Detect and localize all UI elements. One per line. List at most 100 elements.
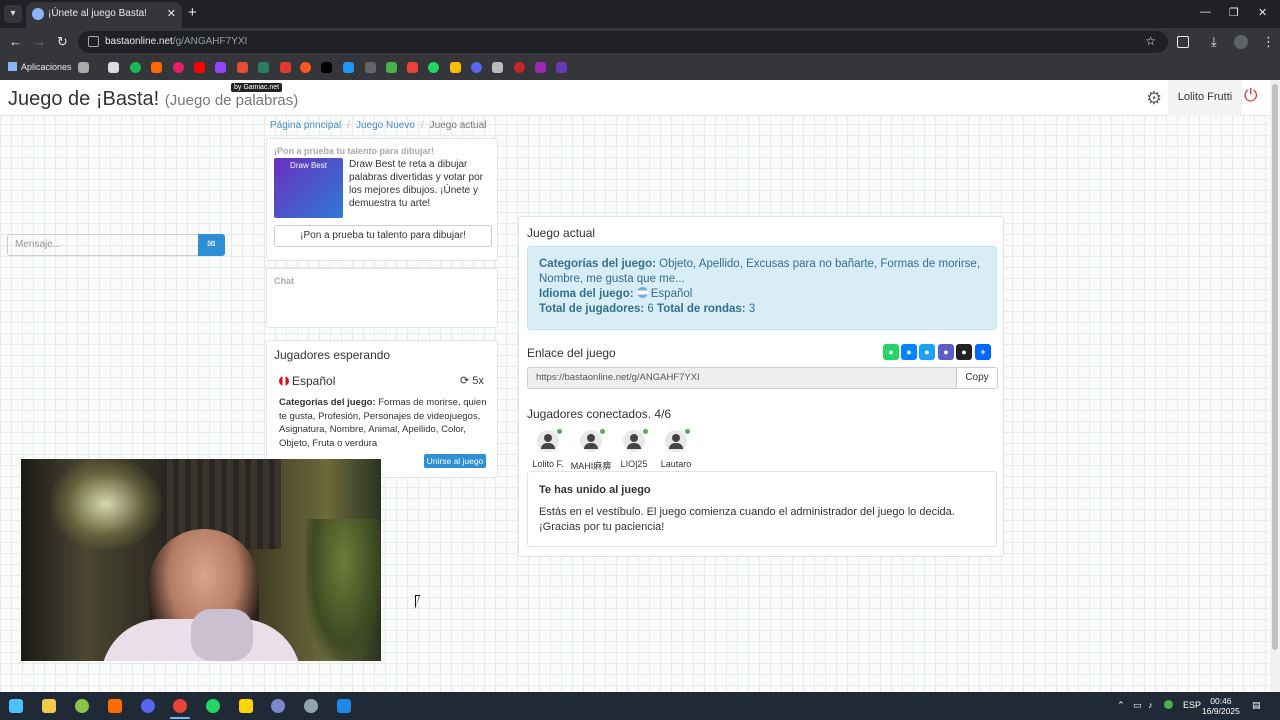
player-avatar-icon [623,429,648,452]
minimize-icon[interactable]: — [1200,6,1211,18]
reload-icon[interactable]: ↻ [57,34,68,50]
promo-button[interactable]: ¡Pon a prueba tu talento para dibujar! [274,225,492,247]
bookmark-apps[interactable]: Aplicaciones [8,62,72,72]
bookmark-grid-icon[interactable] [78,62,89,73]
restore-icon[interactable]: ❐ [1229,6,1239,19]
bookmark-orange-icon[interactable] [151,62,162,73]
webcam-overlay [21,459,381,661]
breadcrumb-home[interactable]: Página principal [270,120,341,131]
bookmark-spotify-icon[interactable] [130,62,141,73]
bookmark-pink-icon[interactable] [173,62,184,73]
bookmark-image-icon[interactable] [108,62,119,73]
share-teams-icon[interactable]: ● [938,344,954,360]
bookmark-star-red-icon[interactable] [280,62,291,73]
bookmark-youtube-icon[interactable] [194,62,205,73]
share-snapchat-icon[interactable]: ● [956,344,972,360]
windows-taskbar: ⌃ ▭ ♪ ESP 00:46 16/9/2025 ▤ [0,692,1280,720]
draw-best-image[interactable]: Draw Best [274,158,343,218]
download-icon[interactable]: ⤓ [1211,34,1217,50]
joined-title: Te has unido al juego [539,484,651,496]
bookmark-yellow-icon[interactable] [450,62,461,73]
browser-tab[interactable]: ¡Únete al juego Basta! ✕ [26,2,182,28]
player-avatar-icon [537,429,562,452]
tab-search-button[interactable]: ▾ [4,5,22,23]
chrome-icon[interactable] [173,699,187,713]
settings-gear-icon[interactable]: ⚙ [1146,88,1162,109]
game-link-label: Enlace del juego [527,346,616,360]
forward-icon[interactable]: → [33,34,46,50]
bookmark-purple-icon[interactable] [535,62,546,73]
bookmark-twitch-icon[interactable] [215,62,226,73]
bookmark-x-icon[interactable] [321,62,332,73]
bookmark-dark-red-icon[interactable] [514,62,525,73]
scrollbar-thumb[interactable] [1272,84,1278,650]
site-info-icon[interactable] [88,36,99,47]
bookmark-gmail-icon[interactable] [407,62,418,73]
share-whatsapp-icon[interactable]: ● [883,344,899,360]
page-scrollbar[interactable] [1270,80,1280,692]
bookmark-maps-icon[interactable] [386,62,397,73]
new-tab-button[interactable]: + [188,5,197,21]
player-item: MAHI麻痹 [568,429,614,472]
steam-icon[interactable] [337,699,351,713]
discord-icon[interactable] [141,699,155,713]
game-link-input[interactable]: https://bastaonline.net/g/ANGAHF7YXI [527,367,957,389]
tab-close-icon[interactable]: ✕ [167,7,176,20]
bookmark-circle-icon[interactable] [300,62,311,73]
message-icon: ✉ [207,239,216,250]
share-more-icon[interactable]: + [975,344,991,360]
close-window-icon[interactable]: ✕ [1258,6,1267,19]
copy-link-button[interactable]: Copy [956,367,998,389]
taskbar-app-orange-icon[interactable] [108,699,122,713]
share-messenger-icon[interactable]: ● [901,344,917,360]
chat-send-button[interactable]: ✉ [198,234,225,256]
logout-power-icon[interactable]: ⏻ [1244,86,1257,106]
join-game-button[interactable]: Unirse al juego [424,454,486,468]
menu-dots-icon[interactable]: ⋮ [1262,34,1275,50]
tray-network-icon[interactable]: ▭ [1133,700,1142,711]
taskbar-app-blue-icon[interactable] [271,699,285,713]
chat-panel: Chat [266,268,498,328]
taskbar-app-green-icon[interactable] [75,699,89,713]
bookmark-blue-icon[interactable] [343,62,354,73]
game-total-players: 6 [647,303,654,315]
tray-volume-icon[interactable]: ♪ [1148,700,1153,710]
bookmark-clipboard-icon[interactable] [492,62,503,73]
notifications-icon[interactable]: ▤ [1252,700,1261,711]
waiting-language: Español [279,374,335,388]
taskbar-clock[interactable]: 00:46 16/9/2025 [1202,696,1240,716]
back-icon[interactable]: ← [9,34,22,50]
mouse-cursor [415,595,420,609]
bookmark-star-icon[interactable]: ☆ [1145,34,1156,48]
bookmark-gray-icon[interactable] [365,62,376,73]
bookmark-whatsapp-icon[interactable] [428,62,439,73]
player-item: LIO|25 [611,429,657,472]
bookmark-discord-icon[interactable] [471,62,482,73]
profile-avatar[interactable] [1234,35,1248,49]
extensions-icon[interactable] [1177,36,1189,48]
chat-message-input[interactable]: Mensaje... [7,234,199,256]
start-windows-icon[interactable] [9,699,23,713]
taskbar-app-gray-icon[interactable] [304,699,318,713]
game-total-rounds: 3 [748,303,756,315]
breadcrumb-new-game[interactable]: Juego Nuevo [356,120,415,131]
joined-text: Estás en el vestíbulo. El juego comienza… [539,506,955,533]
address-toolbar: ← → ↻ bastaonline.net/g/ANGAHF7YXI ☆ ⤓ ⋮ [0,28,1280,56]
tray-chevron-icon[interactable]: ⌃ [1117,700,1125,711]
bookmark-red-icon[interactable] [237,62,248,73]
share-twitter-icon[interactable]: ● [919,344,935,360]
player-item: Lolito F. [525,429,571,472]
bookmark-v-icon[interactable] [556,62,567,73]
bookmark-green-icon[interactable] [258,62,269,73]
tray-status-icon[interactable] [1164,700,1173,709]
waiting-count: ⟳ 5x [460,375,484,387]
user-name-button[interactable]: Lolito Frutti [1168,80,1242,116]
address-bar[interactable]: bastaonline.net/g/ANGAHF7YXI ☆ [78,31,1168,53]
file-explorer-icon[interactable] [42,699,56,713]
whatsapp-icon[interactable] [206,699,220,713]
refresh-icon: ⟳ [460,375,470,387]
gamiac-badge[interactable]: by Gamiac.net [231,83,283,92]
waiting-players-panel: Jugadores esperando Español ⟳ 5x Categor… [266,340,498,478]
sticky-notes-icon[interactable] [239,699,253,713]
tray-language[interactable]: ESP [1183,700,1201,710]
